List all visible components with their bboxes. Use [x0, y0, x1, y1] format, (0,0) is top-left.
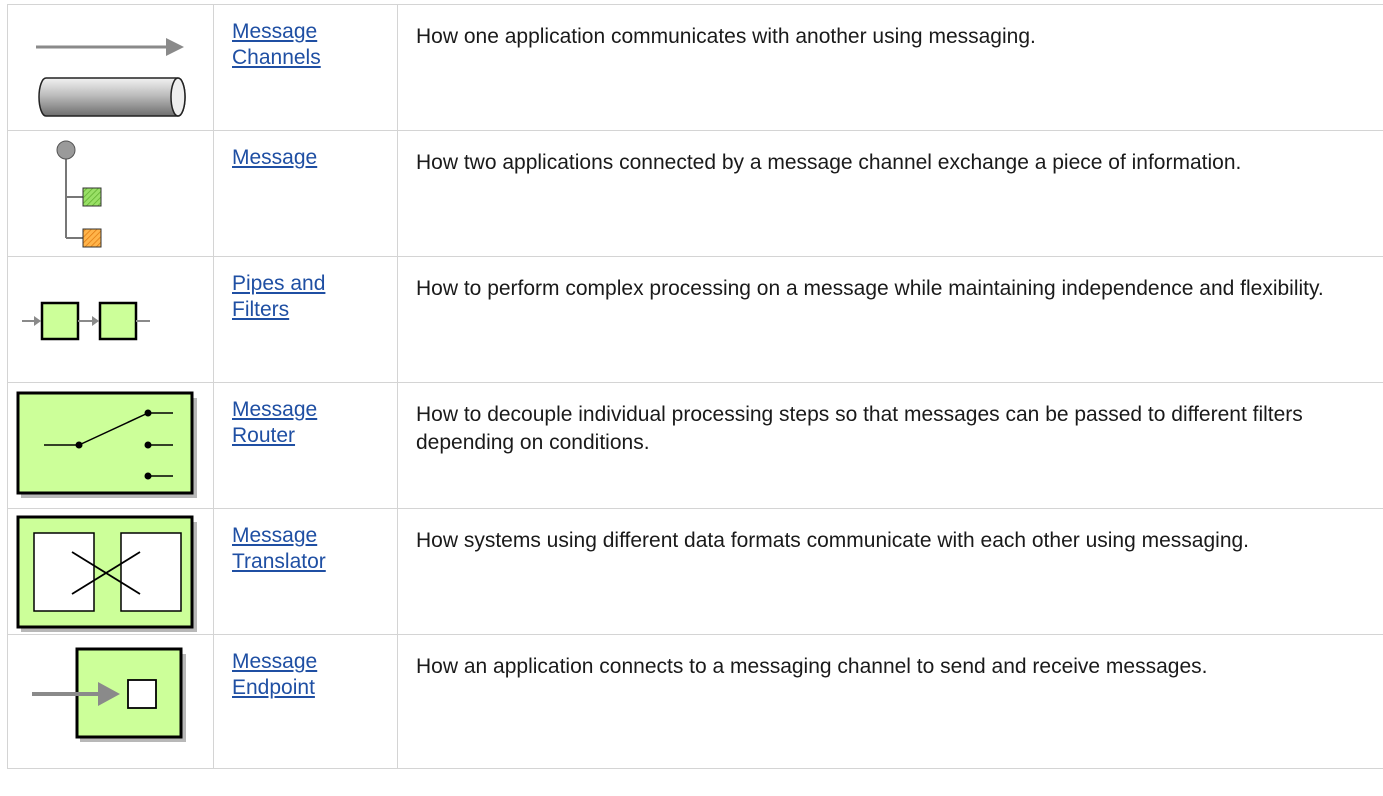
message-translator-link[interactable]: Message Translator	[232, 523, 382, 575]
name-cell: Message Router	[213, 382, 398, 509]
name-cell: Pipes and Filters	[213, 256, 398, 383]
icon-cell	[7, 382, 214, 509]
link-line-2: Translator	[232, 550, 326, 573]
pipes-and-filters-link[interactable]: Pipes and Filters	[232, 271, 382, 323]
link-line-2: Router	[232, 424, 296, 447]
icon-cell	[7, 634, 214, 769]
message-endpoint-link[interactable]: Message Endpoint	[232, 649, 382, 701]
table-row: Pipes and Filters How to perform complex…	[7, 256, 1383, 383]
icon-cell	[7, 256, 214, 383]
icon-cell	[7, 130, 214, 257]
description-cell: How to decouple individual processing st…	[397, 382, 1383, 509]
pattern-description: How two applications connected by a mess…	[416, 151, 1242, 174]
pattern-description: How to decouple individual processing st…	[416, 403, 1303, 454]
description-cell: How one application communicates with an…	[397, 4, 1383, 131]
description-cell: How to perform complex processing on a m…	[397, 256, 1383, 383]
link-line-2: Filters	[232, 298, 290, 321]
icon-cell	[7, 508, 214, 635]
message-router-icon	[16, 391, 197, 498]
link-line-1: Message	[232, 398, 318, 421]
message-endpoint-icon	[32, 647, 186, 742]
message-channels-link[interactable]: Message Channels	[232, 19, 382, 71]
description-cell: How two applications connected by a mess…	[397, 130, 1383, 257]
message-translator-icon	[16, 515, 197, 632]
table-row: Message Endpoint How an application conn…	[7, 634, 1383, 769]
message-router-link[interactable]: Message Router	[232, 397, 382, 449]
link-line-1: Message	[232, 524, 318, 547]
description-cell: How an application connects to a messagi…	[397, 634, 1383, 769]
name-cell: Message Endpoint	[213, 634, 398, 769]
link-line-1: Message	[232, 20, 318, 43]
message-link[interactable]: Message	[232, 145, 382, 171]
pattern-description: How one application communicates with an…	[416, 25, 1036, 48]
pattern-description: How systems using different data formats…	[416, 529, 1250, 552]
table-row: Message Translator How systems using dif…	[7, 508, 1383, 635]
name-cell: Message Translator	[213, 508, 398, 635]
link-line-1: Pipes and	[232, 272, 326, 295]
message-icon	[56, 140, 102, 248]
link-line-2: Endpoint	[232, 676, 315, 699]
icon-cell	[7, 4, 214, 131]
name-cell: Message	[213, 130, 398, 257]
table-row: Message How two applications connected b…	[7, 130, 1383, 257]
name-cell: Message Channels	[213, 4, 398, 131]
description-cell: How systems using different data formats…	[397, 508, 1383, 635]
pipes-and-filters-icon	[22, 301, 150, 341]
table-row: Message Channels How one application com…	[7, 4, 1383, 131]
patterns-table: Message Channels How one application com…	[7, 4, 1383, 769]
pattern-description: How an application connects to a messagi…	[416, 655, 1208, 678]
pattern-description: How to perform complex processing on a m…	[416, 277, 1324, 300]
message-channel-icon	[36, 38, 186, 117]
table-row: Message Router How to decouple individua…	[7, 382, 1383, 509]
link-line-2: Channels	[232, 46, 321, 69]
link-line-1: Message	[232, 650, 318, 673]
